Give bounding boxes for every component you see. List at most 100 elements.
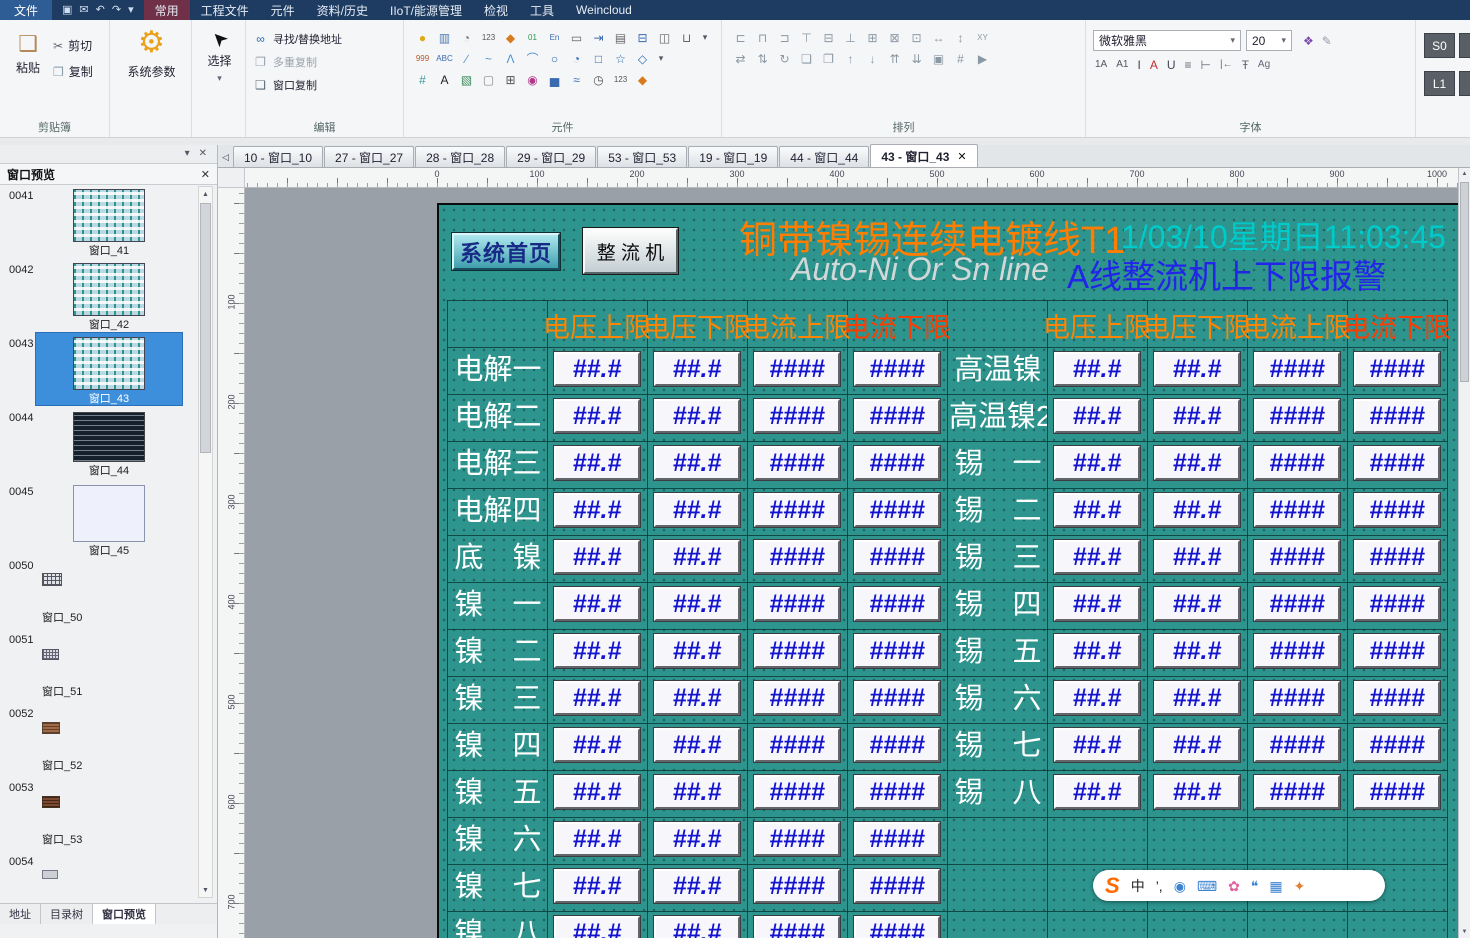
apps-icon[interactable]: ▦ bbox=[1269, 879, 1282, 893]
value-cell[interactable]: ##.# bbox=[1154, 540, 1240, 574]
value-cell[interactable]: #### bbox=[1254, 587, 1340, 621]
value-cell[interactable]: ##.# bbox=[554, 352, 640, 386]
numeric-input-icon[interactable]: 123 bbox=[611, 71, 630, 88]
design-canvas[interactable]: 系统首页 整 流 机 铜带镍锡连续电镀线T1 1/03/10星期日11:03:4… bbox=[245, 188, 1458, 938]
undo-icon[interactable]: ↶ bbox=[96, 5, 105, 16]
value-cell[interactable]: #### bbox=[754, 869, 840, 903]
value-cell[interactable]: ##.# bbox=[554, 916, 640, 938]
value-cell[interactable]: #### bbox=[854, 822, 940, 856]
value-cell[interactable]: ##.# bbox=[554, 681, 640, 715]
file-menu[interactable]: 文件 bbox=[0, 0, 52, 20]
value-cell[interactable]: ##.# bbox=[554, 399, 640, 433]
value-cell[interactable]: #### bbox=[854, 634, 940, 668]
font-size-select[interactable]: 20▾ bbox=[1246, 30, 1292, 51]
doc-tab-44[interactable]: 44 - 窗口_44 bbox=[779, 146, 869, 167]
value-cell[interactable]: ##.# bbox=[654, 681, 740, 715]
value-cell[interactable]: #### bbox=[754, 587, 840, 621]
doc-tab-43[interactable]: 43 - 窗口_43✕ bbox=[870, 144, 977, 167]
h-spacing-icon[interactable]: ↔ bbox=[929, 29, 948, 46]
value-cell[interactable]: ##.# bbox=[554, 822, 640, 856]
align-left-icon[interactable]: ⊏ bbox=[731, 29, 750, 46]
window-thumb-0041[interactable]: 0041窗口_41 bbox=[0, 185, 197, 259]
panel-hide-icon[interactable]: ✕ bbox=[199, 149, 207, 159]
value-cell[interactable]: #### bbox=[1254, 540, 1340, 574]
panel-tab-tree[interactable]: 目录树 bbox=[41, 904, 93, 924]
ascii-object-icon[interactable]: En bbox=[545, 29, 564, 46]
scrollbar-thumb[interactable] bbox=[1460, 182, 1469, 382]
value-cell[interactable]: ##.# bbox=[1154, 728, 1240, 762]
value-cell[interactable]: ##.# bbox=[654, 493, 740, 527]
value-cell[interactable]: #### bbox=[854, 869, 940, 903]
layer-down-icon[interactable]: ↓ bbox=[863, 50, 882, 67]
scroll-down-icon[interactable]: ▼ bbox=[199, 883, 212, 897]
value-cell[interactable]: ##.# bbox=[554, 493, 640, 527]
scale-icon[interactable]: # bbox=[413, 71, 432, 88]
ribbon-tab-data-history[interactable]: 资料/历史 bbox=[306, 0, 379, 20]
find-replace-address-button[interactable]: ∞寻找/替换地址 bbox=[253, 31, 398, 47]
value-cell[interactable]: ##.# bbox=[1154, 352, 1240, 386]
ribbon-tab-view[interactable]: 检视 bbox=[473, 0, 519, 20]
value-cell[interactable]: #### bbox=[854, 352, 940, 386]
window-thumb-0050[interactable]: 0050窗口_50 bbox=[0, 555, 197, 629]
window-thumb-0044[interactable]: 0044窗口_44 bbox=[0, 407, 197, 481]
value-cell[interactable]: ##.# bbox=[1054, 493, 1140, 527]
clock-icon[interactable]: ◷ bbox=[589, 71, 608, 88]
underline-icon[interactable]: U bbox=[1167, 59, 1176, 71]
multi-copy-button[interactable]: ❐多重复制 bbox=[253, 54, 398, 70]
align-bottom-icon[interactable]: ⊥ bbox=[841, 29, 860, 46]
circle-tool-icon[interactable]: ○ bbox=[545, 50, 564, 67]
rect-tool-icon[interactable]: □ bbox=[589, 50, 608, 67]
value-cell[interactable]: #### bbox=[854, 681, 940, 715]
font-edit-icon[interactable]: ✎ bbox=[1322, 35, 1332, 47]
scroll-down-icon[interactable]: ▼ bbox=[1459, 926, 1470, 938]
panel-tab-window-preview[interactable]: 窗口预览 bbox=[93, 904, 156, 924]
select-dropdown-icon[interactable]: ▾ bbox=[217, 73, 222, 84]
picture-icon[interactable]: ▧ bbox=[457, 71, 476, 88]
ascii-display-icon[interactable]: ABC bbox=[435, 50, 454, 67]
window-thumb-0053[interactable]: 0053窗口_53 bbox=[0, 777, 197, 851]
numeric-display-icon[interactable]: 999 bbox=[413, 50, 432, 67]
value-cell[interactable]: #### bbox=[1254, 634, 1340, 668]
ribbon-tab-iiot-energy[interactable]: IIoT/能源管理 bbox=[379, 0, 473, 20]
arc-tool-icon[interactable]: ⌒ bbox=[523, 50, 542, 67]
value-cell[interactable]: ##.# bbox=[654, 775, 740, 809]
value-cell[interactable]: #### bbox=[754, 681, 840, 715]
value-cell[interactable]: #### bbox=[1254, 352, 1340, 386]
panel-tab-address[interactable]: 地址 bbox=[0, 904, 41, 924]
value-cell[interactable]: ##.# bbox=[654, 916, 740, 938]
wave-tool-icon[interactable]: ~ bbox=[479, 50, 498, 67]
value-cell[interactable]: ##.# bbox=[1154, 446, 1240, 480]
value-cell[interactable]: ##.# bbox=[654, 352, 740, 386]
value-cell[interactable]: #### bbox=[754, 634, 840, 668]
window-thumb-0043[interactable]: 0043窗口_43 bbox=[0, 333, 197, 407]
emoji-icon[interactable]: ❝ bbox=[1251, 879, 1259, 893]
vertical-text-icon[interactable]: Ŧ bbox=[1242, 59, 1249, 71]
skin-icon[interactable]: ✿ bbox=[1228, 879, 1240, 893]
system-parameters-button[interactable]: ⚙ 系统参数 bbox=[110, 20, 192, 137]
font-enlarge-icon[interactable]: 1A bbox=[1095, 60, 1107, 70]
polygon-tool-icon[interactable]: ◇ bbox=[633, 50, 652, 67]
value-cell[interactable]: ##.# bbox=[654, 822, 740, 856]
bring-front-icon[interactable]: ⇈ bbox=[885, 50, 904, 67]
mail-icon[interactable]: ✉ bbox=[79, 5, 88, 16]
value-cell[interactable]: ##.# bbox=[1054, 399, 1140, 433]
value-cell[interactable]: ##.# bbox=[554, 540, 640, 574]
value-cell[interactable]: #### bbox=[854, 540, 940, 574]
numeric-object-icon[interactable]: 123 bbox=[479, 29, 498, 46]
window-thumb-0051[interactable]: 0051窗口_51 bbox=[0, 629, 197, 703]
value-cell[interactable]: #### bbox=[754, 775, 840, 809]
sogou-logo-icon[interactable]: S bbox=[1105, 875, 1120, 897]
save-icon[interactable]: ▣ bbox=[62, 5, 72, 16]
value-cell[interactable]: #### bbox=[1354, 728, 1440, 762]
same-height-icon[interactable]: ⊠ bbox=[885, 29, 904, 46]
value-cell[interactable]: #### bbox=[1254, 681, 1340, 715]
state-button-clipped[interactable] bbox=[1459, 33, 1470, 58]
value-cell[interactable]: ##.# bbox=[654, 587, 740, 621]
value-cell[interactable]: #### bbox=[754, 446, 840, 480]
function-key-icon[interactable]: ▭ bbox=[567, 29, 586, 46]
value-cell[interactable]: ##.# bbox=[554, 869, 640, 903]
text-icon[interactable]: A bbox=[435, 71, 454, 88]
font-color-icon[interactable]: A bbox=[1150, 59, 1158, 71]
v-align-icon[interactable]: ⊢ bbox=[1201, 59, 1211, 71]
keyboard-icon[interactable]: ⌨ bbox=[1197, 879, 1217, 893]
